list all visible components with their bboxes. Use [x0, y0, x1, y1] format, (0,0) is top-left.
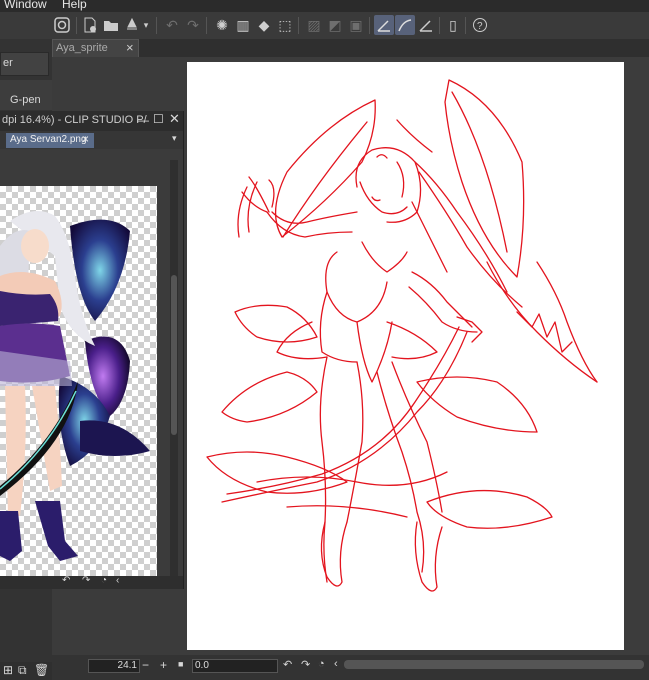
delete-layer-icon[interactable]: 🗑 [34, 663, 49, 677]
fill-icon[interactable]: ◆ [254, 15, 274, 35]
scroll-left-icon[interactable]: ‹ [334, 658, 338, 670]
clear-icon[interactable]: ▥ [233, 15, 253, 35]
selection-off-icon[interactable]: ▨ [304, 15, 324, 35]
close-icon[interactable]: × [126, 40, 134, 55]
close-window-icon[interactable]: ✕ [169, 111, 180, 127]
drawing-canvas[interactable] [187, 62, 624, 650]
tab-label: Aya Servan2.png [10, 134, 87, 145]
red-sketch-drawing [206, 79, 598, 592]
reset-rotation-icon[interactable]: ◔ [101, 575, 107, 586]
maximize-icon[interactable]: ☐ [153, 112, 164, 126]
export-icon[interactable] [122, 15, 142, 35]
open-folder-icon[interactable] [101, 15, 121, 35]
tab-label: Aya_sprite [56, 42, 108, 54]
horizontal-scrollbar[interactable] [344, 660, 644, 669]
scroll-left-icon[interactable]: ‹ [116, 575, 119, 586]
reference-image[interactable] [0, 186, 157, 576]
rotate-right-icon[interactable]: ↷ [301, 658, 310, 671]
grid-snap-icon[interactable] [416, 15, 436, 35]
rotate-left-icon[interactable]: ↶ [283, 658, 292, 671]
sub-window-title: dpi 16.4%) - CLIP STUDIO P/ [2, 114, 147, 126]
zoom-field[interactable]: 24.1 [88, 659, 140, 673]
tab-aya-servan2[interactable]: Aya Servan2.png × [6, 132, 94, 148]
new-file-icon[interactable] [80, 15, 100, 35]
new-layer-icon[interactable]: ⊞ [3, 663, 13, 677]
layer-panel-footer: ⊞ ⧉ 🗑 [0, 662, 52, 680]
close-icon[interactable]: × [82, 132, 89, 146]
undo-icon[interactable]: ↶ [162, 15, 182, 35]
redo-icon[interactable]: ↷ [183, 15, 203, 35]
tab-aya-sprite[interactable]: Aya_sprite × [52, 39, 139, 57]
fit-view-icon[interactable]: ■ [178, 659, 183, 669]
reset-rotation-icon[interactable]: ◔ [318, 658, 325, 670]
minimize-icon[interactable]: — [137, 113, 149, 127]
tool-property-header[interactable]: er [0, 52, 49, 76]
zoom-in-button[interactable]: + [160, 658, 167, 672]
zoom-out-button[interactable]: − [142, 658, 149, 672]
copy-layer-icon[interactable]: ⧉ [18, 663, 27, 678]
panel-label: er [3, 57, 13, 69]
special-ruler-snap-icon[interactable] [395, 15, 415, 35]
invert-selection-icon[interactable]: ◩ [325, 15, 345, 35]
subtool-panel: G-pen [0, 80, 52, 110]
scrollbar-thumb[interactable] [171, 275, 177, 435]
sub-window-statusbar: ↶ ↷ ◔ ‹ [0, 575, 183, 589]
character-illustration [0, 211, 150, 561]
command-bar: ▾ ↶ ↷ ✺ ▥ ◆ ⬚ ▨ ◩ ▣ ▯ ? [0, 12, 649, 40]
canvas-status-bar: 24.1 − + ■ 0.0 ↶ ↷ ◔ ‹ [52, 655, 649, 680]
menu-bar: Window Help [0, 0, 649, 12]
sub-window-titlebar[interactable]: dpi 16.4%) - CLIP STUDIO P/ — ☐ ✕ [0, 111, 183, 131]
app-logo-icon[interactable] [52, 15, 72, 35]
document-tab-strip [52, 39, 649, 57]
menu-help[interactable]: Help [62, 0, 87, 11]
rotation-field[interactable]: 0.0 [192, 659, 278, 673]
transform-icon[interactable]: ⬚ [275, 15, 295, 35]
rotate-right-icon[interactable]: ↷ [82, 575, 90, 586]
chevron-down-icon[interactable]: ▾ [140, 15, 152, 35]
help-icon[interactable]: ? [470, 15, 490, 35]
loading-icon[interactable]: ✺ [212, 15, 232, 35]
ruler-snap-icon[interactable] [374, 15, 394, 35]
menu-window[interactable]: Window [4, 0, 47, 11]
subtool-gpen-label[interactable]: G-pen [10, 94, 41, 106]
rotate-left-icon[interactable]: ↶ [62, 575, 70, 586]
svg-text:?: ? [477, 21, 483, 32]
smartphone-icon[interactable]: ▯ [443, 15, 463, 35]
selection-border-icon[interactable]: ▣ [346, 15, 366, 35]
chevron-down-icon[interactable]: ▾ [172, 133, 177, 144]
